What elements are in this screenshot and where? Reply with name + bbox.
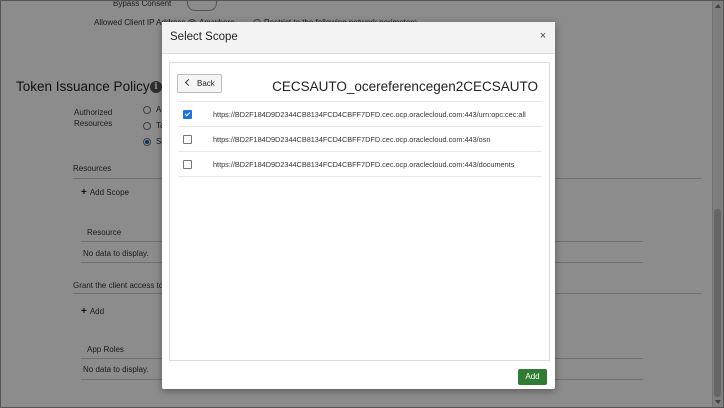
close-icon[interactable]: × bbox=[537, 29, 549, 43]
scope-checkbox[interactable] bbox=[183, 160, 192, 169]
dialog-body: Back CECSAUTO_ocereferencegen2CECSAUTO h… bbox=[169, 62, 550, 361]
add-button[interactable]: Add bbox=[518, 369, 547, 385]
application-name: CECSAUTO_ocereferencegen2CECSAUTO bbox=[272, 79, 538, 94]
scope-row[interactable]: https://BD2F184D9D2344CB8134FCD4CBFF7DFD… bbox=[178, 101, 542, 127]
scope-checkbox-checked[interactable] bbox=[183, 110, 192, 119]
back-button-label: Back bbox=[197, 79, 215, 88]
scope-checkbox[interactable] bbox=[183, 135, 192, 144]
dialog-title: Select Scope bbox=[170, 31, 238, 43]
scope-row[interactable]: https://BD2F184D9D2344CB8134FCD4CBFF7DFD… bbox=[178, 127, 542, 152]
scope-list: https://BD2F184D9D2344CB8134FCD4CBFF7DFD… bbox=[178, 101, 542, 177]
dialog-header: Select Scope × bbox=[162, 22, 555, 54]
scope-row[interactable]: https://BD2F184D9D2344CB8134FCD4CBFF7DFD… bbox=[178, 152, 542, 177]
chevron-left-icon bbox=[184, 78, 193, 87]
select-scope-dialog: Select Scope × Back CECSAUTO_ocereferenc… bbox=[162, 22, 555, 389]
scope-url: https://BD2F184D9D2344CB8134FCD4CBFF7DFD… bbox=[213, 160, 515, 169]
window-frame: Bypass Consent Allowed Client IP Address… bbox=[0, 0, 724, 408]
back-button[interactable]: Back bbox=[177, 74, 222, 93]
scope-url: https://BD2F184D9D2344CB8134FCD4CBFF7DFD… bbox=[213, 135, 491, 144]
scope-url: https://BD2F184D9D2344CB8134FCD4CBFF7DFD… bbox=[213, 110, 526, 119]
